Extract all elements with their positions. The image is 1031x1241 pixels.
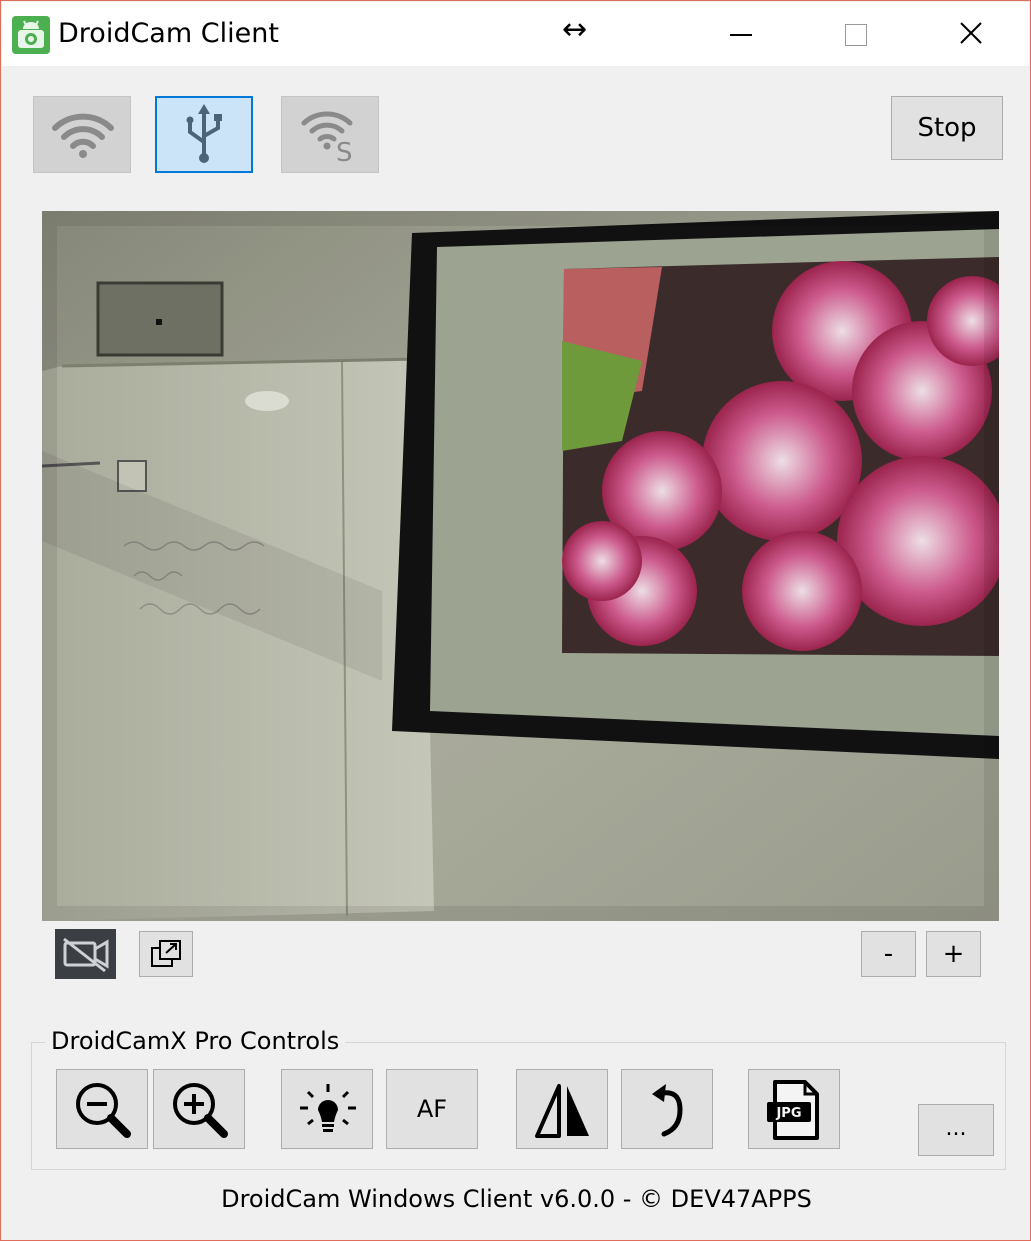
zoom-minus-button[interactable]: - <box>861 931 916 977</box>
rotate-button[interactable] <box>621 1069 713 1149</box>
wifi-mode-button[interactable] <box>33 96 131 173</box>
popout-button[interactable] <box>139 931 193 977</box>
maximize-button[interactable] <box>805 2 905 66</box>
more-options-button[interactable]: ... <box>918 1104 994 1156</box>
droidcam-app-icon <box>12 16 50 54</box>
camera-preview <box>42 211 999 921</box>
wifi-server-icon: S <box>301 111 353 168</box>
jpg-file-icon: JPG <box>767 1080 819 1140</box>
stop-button[interactable]: Stop <box>891 96 1003 160</box>
usb-mode-button[interactable] <box>155 96 253 173</box>
flip-icon <box>535 1084 589 1138</box>
zoom-out-icon <box>76 1083 131 1138</box>
mirror-button[interactable] <box>516 1069 608 1149</box>
jpg-file-label: JPG <box>775 1106 801 1121</box>
wifi-icon <box>52 113 114 158</box>
window-title: DroidCam Client <box>58 18 279 49</box>
flashlight-icon <box>300 1084 356 1132</box>
zoom-in-button[interactable] <box>153 1069 245 1149</box>
flashlight-button[interactable] <box>281 1069 373 1149</box>
zoom-in-icon <box>173 1083 228 1138</box>
rotate-icon <box>652 1084 683 1137</box>
pro-controls-label: DroidCamX Pro Controls <box>45 1027 346 1055</box>
close-button[interactable] <box>920 2 1020 66</box>
camera-off-button[interactable] <box>55 929 116 979</box>
close-icon <box>960 22 982 44</box>
minimize-button[interactable] <box>690 2 790 66</box>
wifi-server-mode-button[interactable]: S <box>281 96 379 173</box>
autofocus-label: AF <box>416 1095 448 1123</box>
zoom-plus-button[interactable]: + <box>926 931 981 977</box>
popout-window-icon <box>151 940 181 967</box>
footer-version: DroidCam Windows Client v6.0.0 - © DEV47… <box>221 1185 812 1213</box>
droidcam-window: DroidCam Client ↔ S Stop - + DroidCamX P… <box>0 0 1031 1241</box>
title-bar[interactable]: DroidCam Client ↔ <box>2 2 1029 66</box>
zoom-out-button[interactable] <box>56 1069 148 1149</box>
svg-text:S: S <box>336 138 353 168</box>
usb-icon <box>186 104 222 163</box>
video-off-icon <box>63 937 109 973</box>
autofocus-button[interactable]: AF <box>386 1069 478 1149</box>
resize-cursor-icon: ↔ <box>562 12 588 47</box>
snapshot-button[interactable]: JPG <box>748 1069 840 1149</box>
